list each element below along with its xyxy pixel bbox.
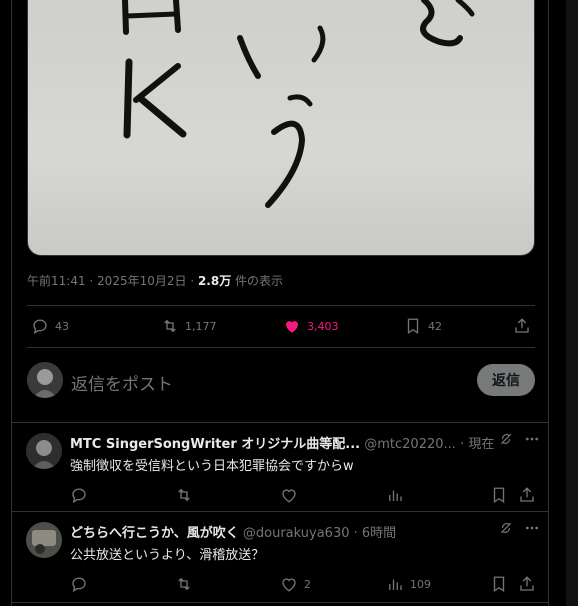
bookmark-button[interactable] — [490, 574, 508, 594]
reply-icon — [33, 319, 47, 335]
like-count: 3,403 — [307, 319, 339, 333]
scrollbar[interactable] — [566, 0, 578, 606]
analytics-icon — [389, 490, 402, 501]
reply-composer: 返信をポスト 返信 — [27, 360, 535, 404]
post-header: どちらへ行こうか、風が吹く @dourakuya630 · 6時間 — [70, 522, 540, 541]
reply-post[interactable]: MTC SingerSongWriter オリジナル曲等配... @mtc202… — [12, 423, 548, 511]
retweet-button[interactable]: 1,177 — [161, 308, 217, 344]
retweet-count: 1,177 — [185, 319, 217, 333]
reply-button[interactable] — [70, 485, 88, 505]
like-count: 2 — [304, 577, 311, 591]
more-icon[interactable] — [524, 431, 540, 447]
like-button[interactable]: 2 — [280, 574, 311, 594]
retweet-button[interactable] — [175, 574, 193, 594]
bookmark-icon — [493, 576, 505, 593]
share-icon — [520, 487, 534, 502]
bookmark-button[interactable]: 42 — [404, 308, 442, 344]
username[interactable]: @mtc20220... — [364, 437, 456, 452]
reply-button[interactable] — [70, 574, 88, 594]
avatar[interactable] — [27, 362, 63, 398]
reply-icon — [72, 577, 86, 593]
post-text: 公共放送というより、滑稽放送？ — [70, 548, 265, 563]
bookmark-icon — [407, 318, 419, 335]
retweet-icon — [164, 319, 176, 333]
tweet-meta: 午前11:41 · 2025年10月2日 · 2.8万 件の表示 — [27, 272, 283, 289]
post-text: 強制徴収を受信料という日本犯罪協会ですからw — [70, 459, 354, 474]
tweet-image[interactable] — [27, 0, 535, 256]
timeline-column: 午前11:41 · 2025年10月2日 · 2.8万 件の表示 43 1,17… — [11, 0, 549, 606]
analytics-icon — [389, 579, 402, 590]
avatar-image — [26, 522, 62, 558]
views-label: 件の表示 — [231, 274, 284, 288]
post-tools — [498, 520, 540, 536]
reply-submit-button[interactable]: 返信 — [477, 364, 535, 396]
avatar-image — [26, 433, 62, 469]
reply-button[interactable]: 43 — [31, 308, 69, 344]
reply-count: 43 — [55, 319, 69, 333]
views-button[interactable]: 109 — [386, 574, 431, 594]
divider — [12, 602, 548, 603]
tweet-time[interactable]: 午前11:41 — [27, 274, 86, 288]
display-name[interactable]: MTC SingerSongWriter オリジナル曲等配... — [70, 437, 360, 452]
heart-icon — [282, 489, 296, 503]
heart-filled-icon — [286, 321, 298, 333]
share-icon — [515, 318, 529, 333]
bookmark-icon — [493, 487, 505, 504]
grok-icon[interactable] — [498, 520, 514, 536]
heart-icon — [282, 578, 296, 592]
divider — [27, 347, 535, 348]
views-count: 109 — [410, 577, 431, 591]
like-button[interactable] — [280, 485, 298, 505]
meta-separator: · — [186, 274, 198, 288]
avatar-image — [27, 362, 63, 398]
views-count: 2.8万 — [197, 274, 232, 288]
divider — [27, 305, 535, 306]
views-button[interactable] — [386, 485, 404, 505]
post-tools — [498, 431, 540, 447]
post-action-bar: 2 109 — [70, 574, 540, 594]
grok-icon[interactable] — [498, 431, 514, 447]
like-button[interactable]: 3,403 — [283, 308, 339, 344]
retweet-button[interactable] — [175, 485, 193, 505]
reply-icon — [72, 488, 86, 504]
avatar[interactable] — [26, 522, 62, 558]
post-time[interactable]: · 現在 — [460, 437, 494, 452]
meta-separator: · — [85, 274, 98, 288]
post-header: MTC SingerSongWriter オリジナル曲等配... @mtc202… — [70, 433, 540, 452]
more-icon[interactable] — [524, 520, 540, 536]
avatar[interactable] — [26, 433, 62, 469]
reply-input[interactable]: 返信をポスト — [71, 370, 173, 395]
share-button[interactable] — [513, 308, 531, 344]
retweet-icon — [178, 488, 190, 502]
reply-post[interactable]: どちらへ行こうか、風が吹く @dourakuya630 · 6時間 公共放送とい… — [12, 512, 548, 602]
username[interactable]: @dourakuya630 — [243, 526, 350, 541]
share-icon — [520, 576, 534, 591]
display-name[interactable]: どちらへ行こうか、風が吹く — [70, 526, 239, 541]
tweet-date[interactable]: 2025年10月2日 — [97, 274, 186, 288]
share-button[interactable] — [518, 485, 536, 505]
calligraphy-image — [122, 0, 475, 208]
retweet-icon — [178, 577, 190, 591]
post-time[interactable]: · 6時間 — [354, 526, 397, 541]
share-button[interactable] — [518, 574, 536, 594]
tweet-action-bar: 43 1,177 3,403 42 — [27, 308, 535, 344]
bookmark-count: 42 — [428, 319, 442, 333]
post-action-bar — [70, 485, 540, 505]
bookmark-button[interactable] — [490, 485, 508, 505]
